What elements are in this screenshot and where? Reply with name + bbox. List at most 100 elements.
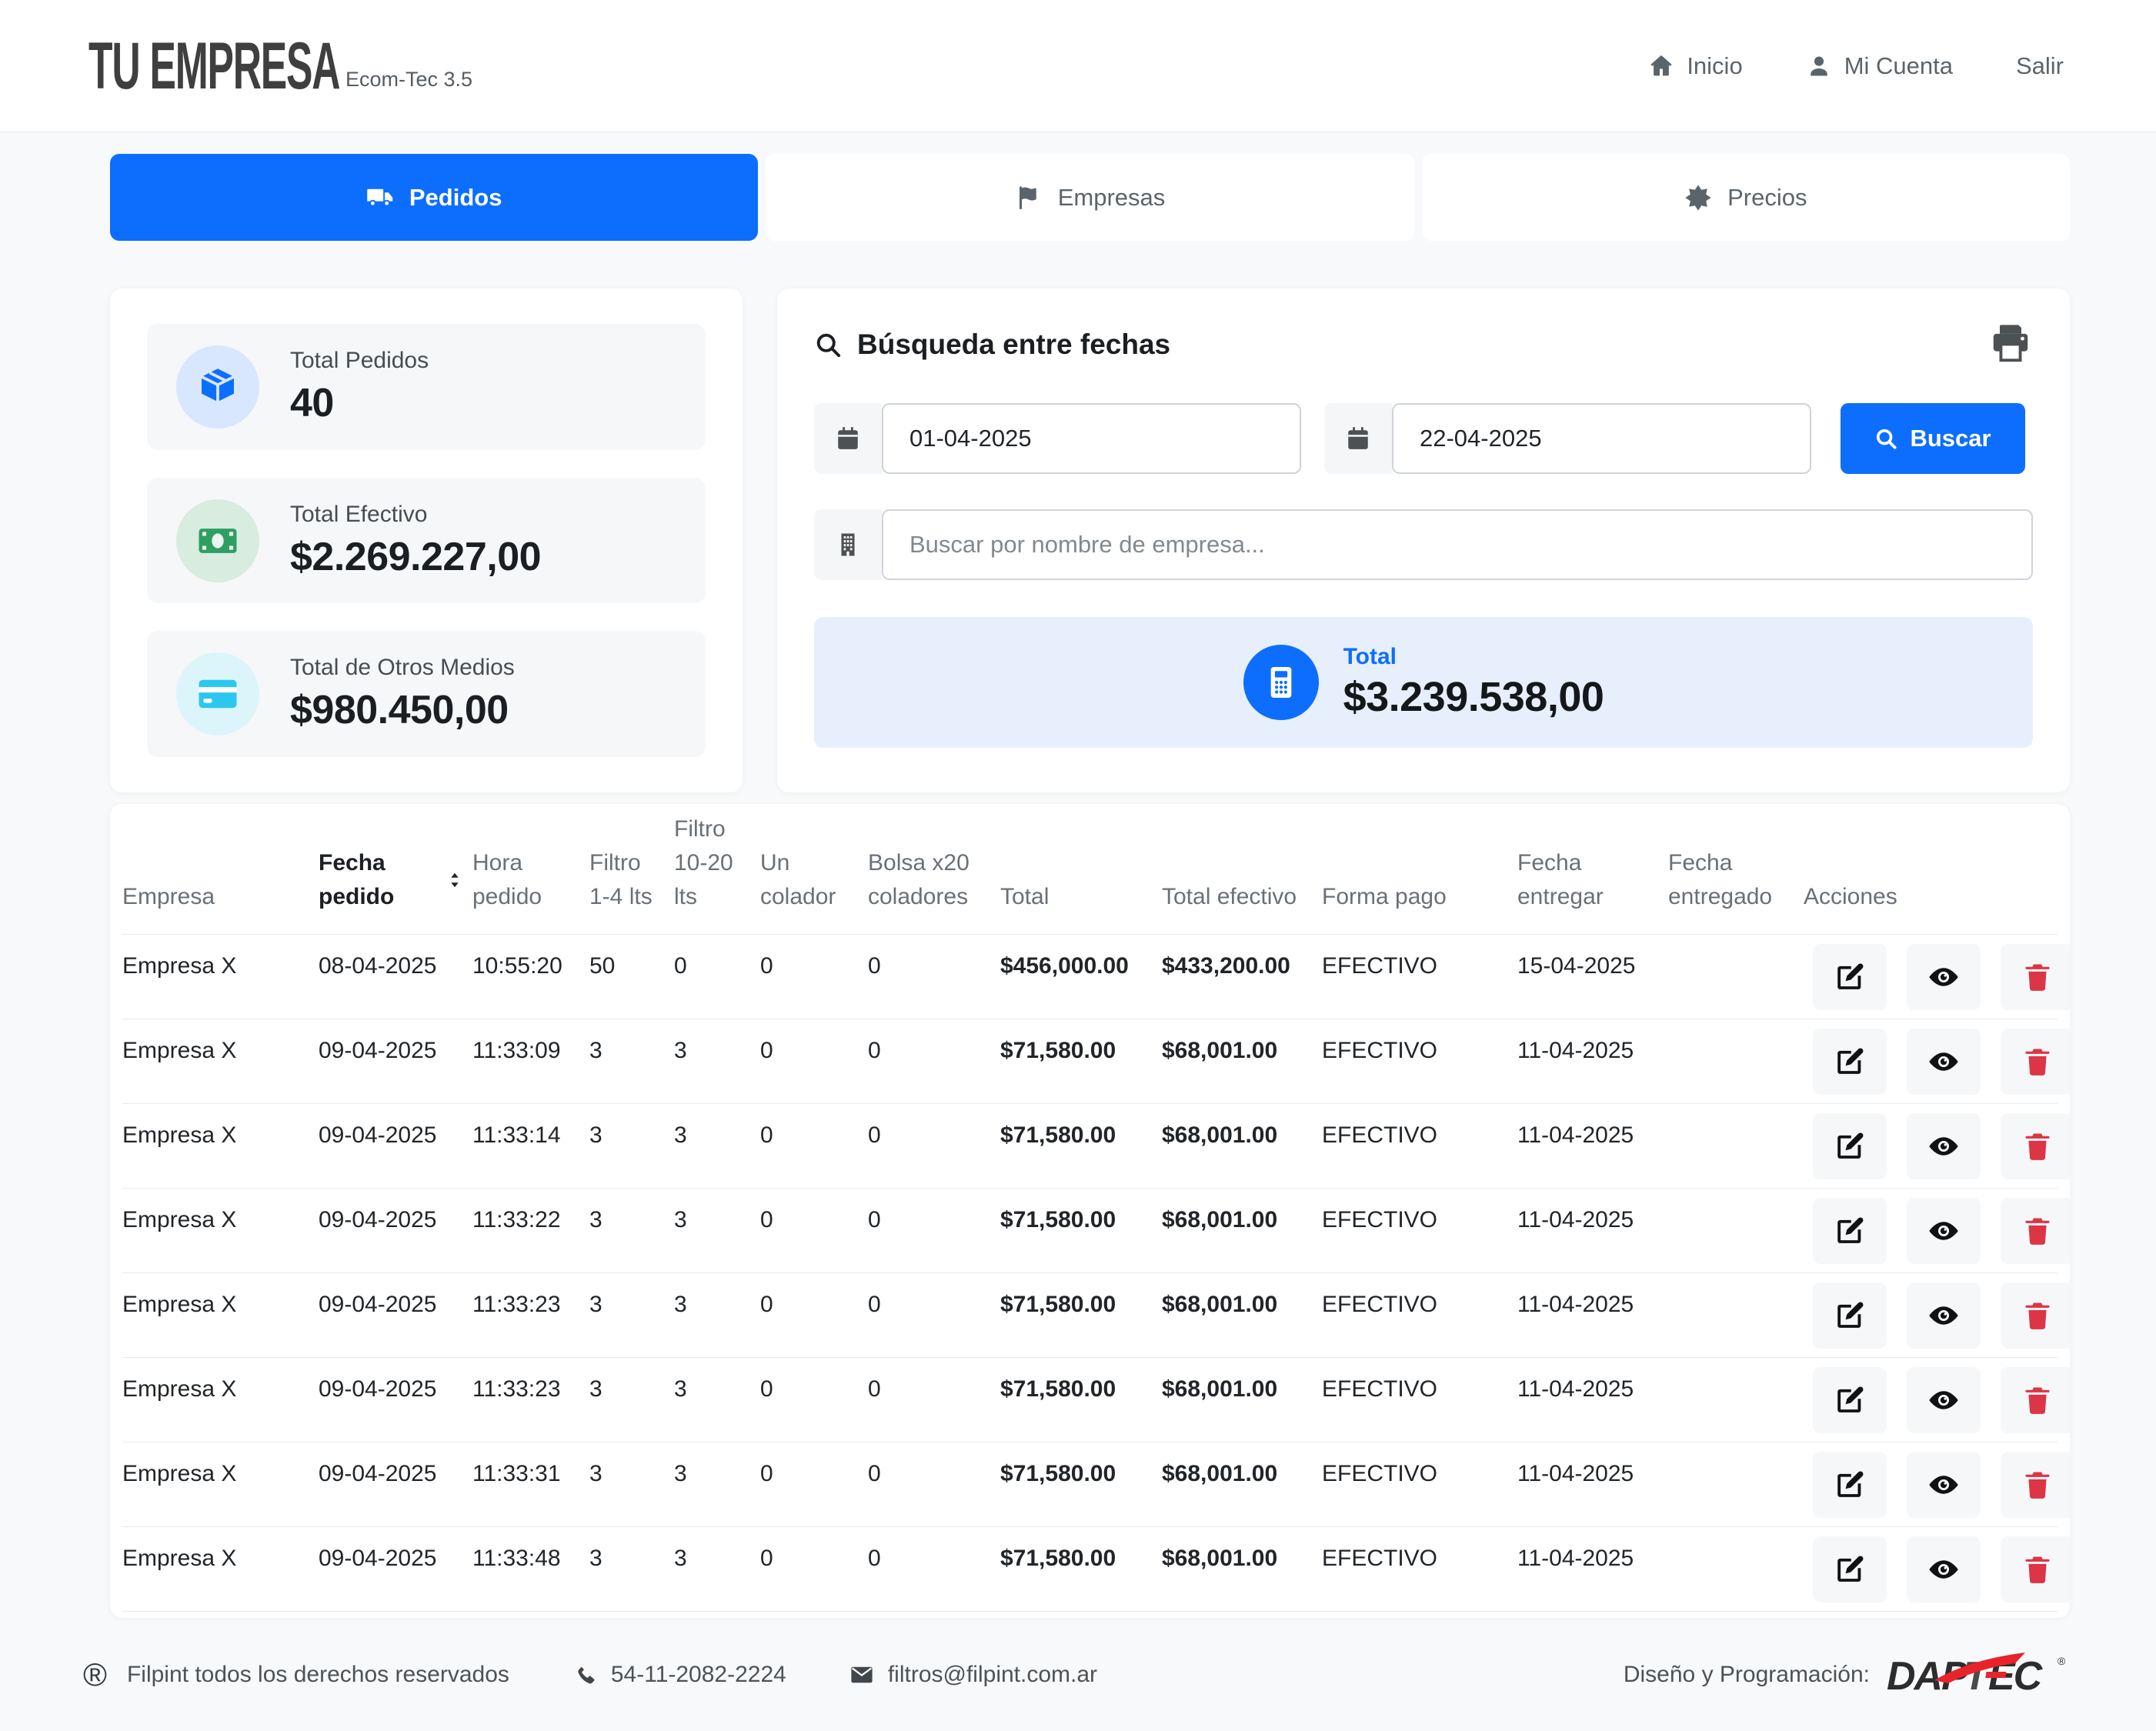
delete-button[interactable] <box>2001 1452 2070 1518</box>
cell-total-efectivo: $68,001.00 <box>1162 1104 1322 1188</box>
cell-fecha-entregado <box>1668 1019 1804 1103</box>
cell-fecha-entregado <box>1668 1104 1804 1188</box>
view-button[interactable] <box>1907 1367 1981 1433</box>
app-footer: ® Filpint todos los derechos reservados … <box>0 1618 2156 1731</box>
delete-button[interactable] <box>2001 1198 2070 1264</box>
company-search-input[interactable] <box>882 509 2033 580</box>
col-un-colador: Un colador <box>760 846 868 934</box>
edit-button[interactable] <box>1813 1452 1887 1518</box>
table-body: Empresa X 08-04-2025 10:55:20 50 0 0 0 $… <box>122 935 2058 1612</box>
cell-empresa: Empresa X <box>122 1189 319 1272</box>
buscar-button[interactable]: Buscar <box>1841 403 2025 474</box>
cell-filtro-10-20: 3 <box>674 1104 760 1188</box>
cell-filtro-1-4: 3 <box>589 1019 674 1103</box>
cell-total: $71,580.00 <box>1000 1358 1162 1442</box>
table-row: Empresa X 09-04-2025 11:33:14 3 3 0 0 $7… <box>122 1104 2058 1189</box>
stat-label: Total de Otros Medios <box>290 655 515 681</box>
view-button[interactable] <box>1907 1536 1981 1603</box>
tab-pedidos[interactable]: Pedidos <box>110 154 758 241</box>
copyright-text: Filpint todos los derechos reservados <box>127 1662 509 1688</box>
edit-icon <box>1834 1553 1866 1586</box>
stat-label: Total Efectivo <box>290 502 541 528</box>
cell-bolsa-x20: 0 <box>868 1189 1000 1272</box>
edit-button[interactable] <box>1813 1367 1887 1433</box>
nav-salir[interactable]: Salir <box>2016 52 2064 80</box>
delete-button[interactable] <box>2001 1029 2070 1095</box>
nav-inicio[interactable]: Inicio <box>1648 52 1742 80</box>
edit-button[interactable] <box>1813 1113 1887 1179</box>
edit-button[interactable] <box>1813 1536 1887 1603</box>
nav-mi-cuenta[interactable]: Mi Cuenta <box>1806 52 1953 80</box>
eye-icon <box>1927 1553 1960 1586</box>
date-to-input[interactable] <box>1392 403 1811 474</box>
view-button[interactable] <box>1907 1113 1981 1179</box>
cell-filtro-10-20: 3 <box>674 1019 760 1103</box>
cell-fecha-entregado <box>1668 1358 1804 1442</box>
cell-forma-pago: EFECTIVO <box>1322 1019 1517 1103</box>
trash-icon <box>2021 1553 2054 1586</box>
eye-icon <box>1927 1469 1960 1501</box>
delete-button[interactable] <box>2001 1282 2070 1349</box>
cell-fecha-entregado <box>1668 1189 1804 1272</box>
delete-button[interactable] <box>2001 944 2070 1010</box>
cell-fecha-entregado <box>1668 935 1804 1019</box>
col-fecha-pedido: Fecha pedido <box>319 846 472 934</box>
row-actions <box>1804 1273 2070 1357</box>
cell-un-colador: 0 <box>760 1358 868 1442</box>
edit-icon <box>1834 1299 1866 1332</box>
edit-button[interactable] <box>1813 944 1887 1010</box>
date-filters: Buscar <box>814 403 2033 474</box>
edit-icon <box>1834 1046 1866 1078</box>
table-row: Empresa X 09-04-2025 11:33:23 3 3 0 0 $7… <box>122 1358 2058 1442</box>
delete-button[interactable] <box>2001 1367 2070 1433</box>
envelope-icon <box>849 1663 874 1687</box>
cell-bolsa-x20: 0 <box>868 1358 1000 1442</box>
summary-and-search: Total Pedidos 40 Total Efectivo $2.269.2… <box>110 288 2070 792</box>
eye-icon <box>1927 961 1960 993</box>
cell-total-efectivo: $68,001.00 <box>1162 1527 1322 1611</box>
col-forma-pago: Forma pago <box>1322 880 1517 934</box>
row-actions <box>1804 1019 2070 1103</box>
delete-button[interactable] <box>2001 1113 2070 1179</box>
edit-icon <box>1834 1384 1866 1416</box>
trash-icon <box>2021 1469 2054 1501</box>
edit-icon <box>1834 1215 1866 1247</box>
flag-icon <box>1015 184 1043 212</box>
cell-bolsa-x20: 0 <box>868 935 1000 1019</box>
view-button[interactable] <box>1907 1029 1981 1095</box>
cell-hora-pedido: 11:33:09 <box>472 1019 589 1103</box>
edit-button[interactable] <box>1813 1029 1887 1095</box>
view-button[interactable] <box>1907 944 1981 1010</box>
table-row: Empresa X 09-04-2025 11:33:23 3 3 0 0 $7… <box>122 1273 2058 1358</box>
view-button[interactable] <box>1907 1452 1981 1518</box>
cell-filtro-1-4: 3 <box>589 1358 674 1442</box>
cell-fecha-pedido: 09-04-2025 <box>319 1019 472 1103</box>
col-fecha-entregado: Fecha entregado <box>1668 846 1804 934</box>
cell-fecha-pedido: 09-04-2025 <box>319 1442 472 1526</box>
view-button[interactable] <box>1907 1198 1981 1264</box>
cell-hora-pedido: 11:33:48 <box>472 1527 589 1611</box>
cell-empresa: Empresa X <box>122 935 319 1019</box>
table-header-row: Empresa Fecha pedido Hora pedido Filtro … <box>122 804 2058 935</box>
delete-button[interactable] <box>2001 1536 2070 1603</box>
view-button[interactable] <box>1907 1282 1981 1349</box>
brand: TU EMPRESA Ecom-Tec 3.5 <box>88 33 472 99</box>
total-value: $3.239.538,00 <box>1343 673 1604 721</box>
cell-bolsa-x20: 0 <box>868 1019 1000 1103</box>
sort-icon[interactable] <box>445 870 465 890</box>
tab-precios[interactable]: Precios <box>1422 154 2070 241</box>
building-icon <box>814 509 882 580</box>
cell-forma-pago: EFECTIVO <box>1322 1273 1517 1357</box>
cell-fecha-entregar: 11-04-2025 <box>1517 1442 1668 1526</box>
total-banner: Total $3.239.538,00 <box>814 617 2033 748</box>
cell-bolsa-x20: 0 <box>868 1527 1000 1611</box>
cell-fecha-entregar: 11-04-2025 <box>1517 1019 1668 1103</box>
edit-button[interactable] <box>1813 1282 1887 1349</box>
tab-empresas[interactable]: Empresas <box>766 154 1413 241</box>
cell-forma-pago: EFECTIVO <box>1322 1527 1517 1611</box>
cell-total-efectivo: $433,200.00 <box>1162 935 1322 1019</box>
date-from-input[interactable] <box>882 403 1301 474</box>
print-button[interactable] <box>1988 321 2033 368</box>
search-title: Búsqueda entre fechas <box>857 329 1170 361</box>
edit-button[interactable] <box>1813 1198 1887 1264</box>
